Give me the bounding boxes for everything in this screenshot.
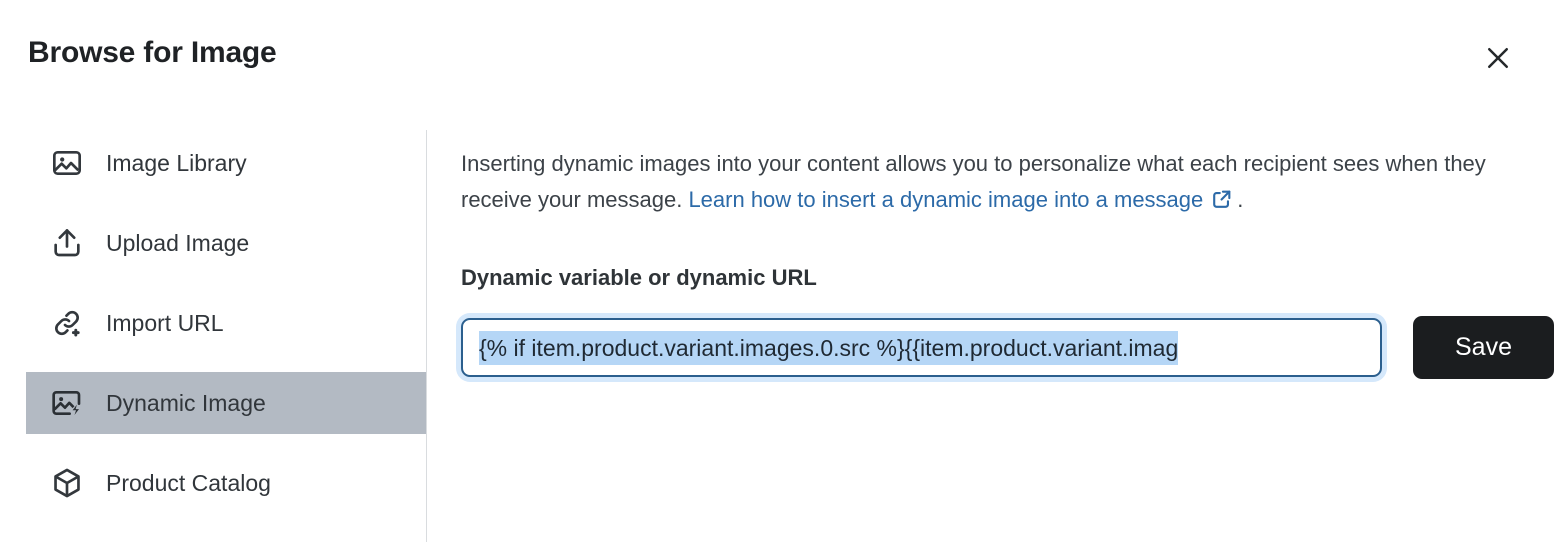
input-selected-text: {% if item.product.variant.images.0.src … [479, 331, 1178, 365]
cube-icon [48, 464, 86, 502]
sidebar-item-product-catalog[interactable]: Product Catalog [26, 452, 426, 514]
sidebar-item-label: Dynamic Image [106, 390, 266, 417]
description-period: . [1237, 187, 1243, 212]
upload-icon [48, 224, 86, 262]
dynamic-image-icon [48, 384, 86, 422]
sidebar-item-label: Image Library [106, 150, 247, 177]
dialog-body: Image Library Upload Image [0, 118, 1560, 560]
sidebar-nav: Image Library Upload Image [0, 118, 427, 560]
sidebar-item-import-url[interactable]: Import URL [26, 292, 426, 354]
page-title: Browse for Image [28, 36, 277, 70]
close-icon [1483, 43, 1513, 73]
close-button[interactable] [1480, 40, 1516, 76]
browse-for-image-dialog: Browse for Image [0, 0, 1560, 560]
sidebar-item-label: Product Catalog [106, 470, 271, 497]
sidebar-item-label: Import URL [106, 310, 224, 337]
dynamic-variable-input[interactable]: {% if item.product.variant.images.0.src … [461, 318, 1382, 377]
external-link-icon[interactable] [1211, 185, 1233, 221]
dynamic-image-panel: Inserting dynamic images into your conte… [427, 118, 1560, 560]
dynamic-variable-row: {% if item.product.variant.images.0.src … [461, 316, 1554, 379]
sidebar-item-dynamic-image[interactable]: Dynamic Image [26, 372, 426, 434]
learn-more-link[interactable]: Learn how to insert a dynamic image into… [688, 187, 1203, 212]
sidebar-item-upload-image[interactable]: Upload Image [26, 212, 426, 274]
panel-description: Inserting dynamic images into your conte… [461, 146, 1509, 221]
sidebar-item-label: Upload Image [106, 230, 249, 257]
image-icon [48, 144, 86, 182]
link-plus-icon [48, 304, 86, 342]
dynamic-variable-label: Dynamic variable or dynamic URL [461, 265, 1554, 291]
save-button[interactable]: Save [1413, 316, 1554, 379]
dynamic-variable-input-wrap: {% if item.product.variant.images.0.src … [461, 318, 1382, 377]
dialog-header: Browse for Image [0, 0, 1560, 118]
sidebar-item-image-library[interactable]: Image Library [26, 132, 426, 194]
